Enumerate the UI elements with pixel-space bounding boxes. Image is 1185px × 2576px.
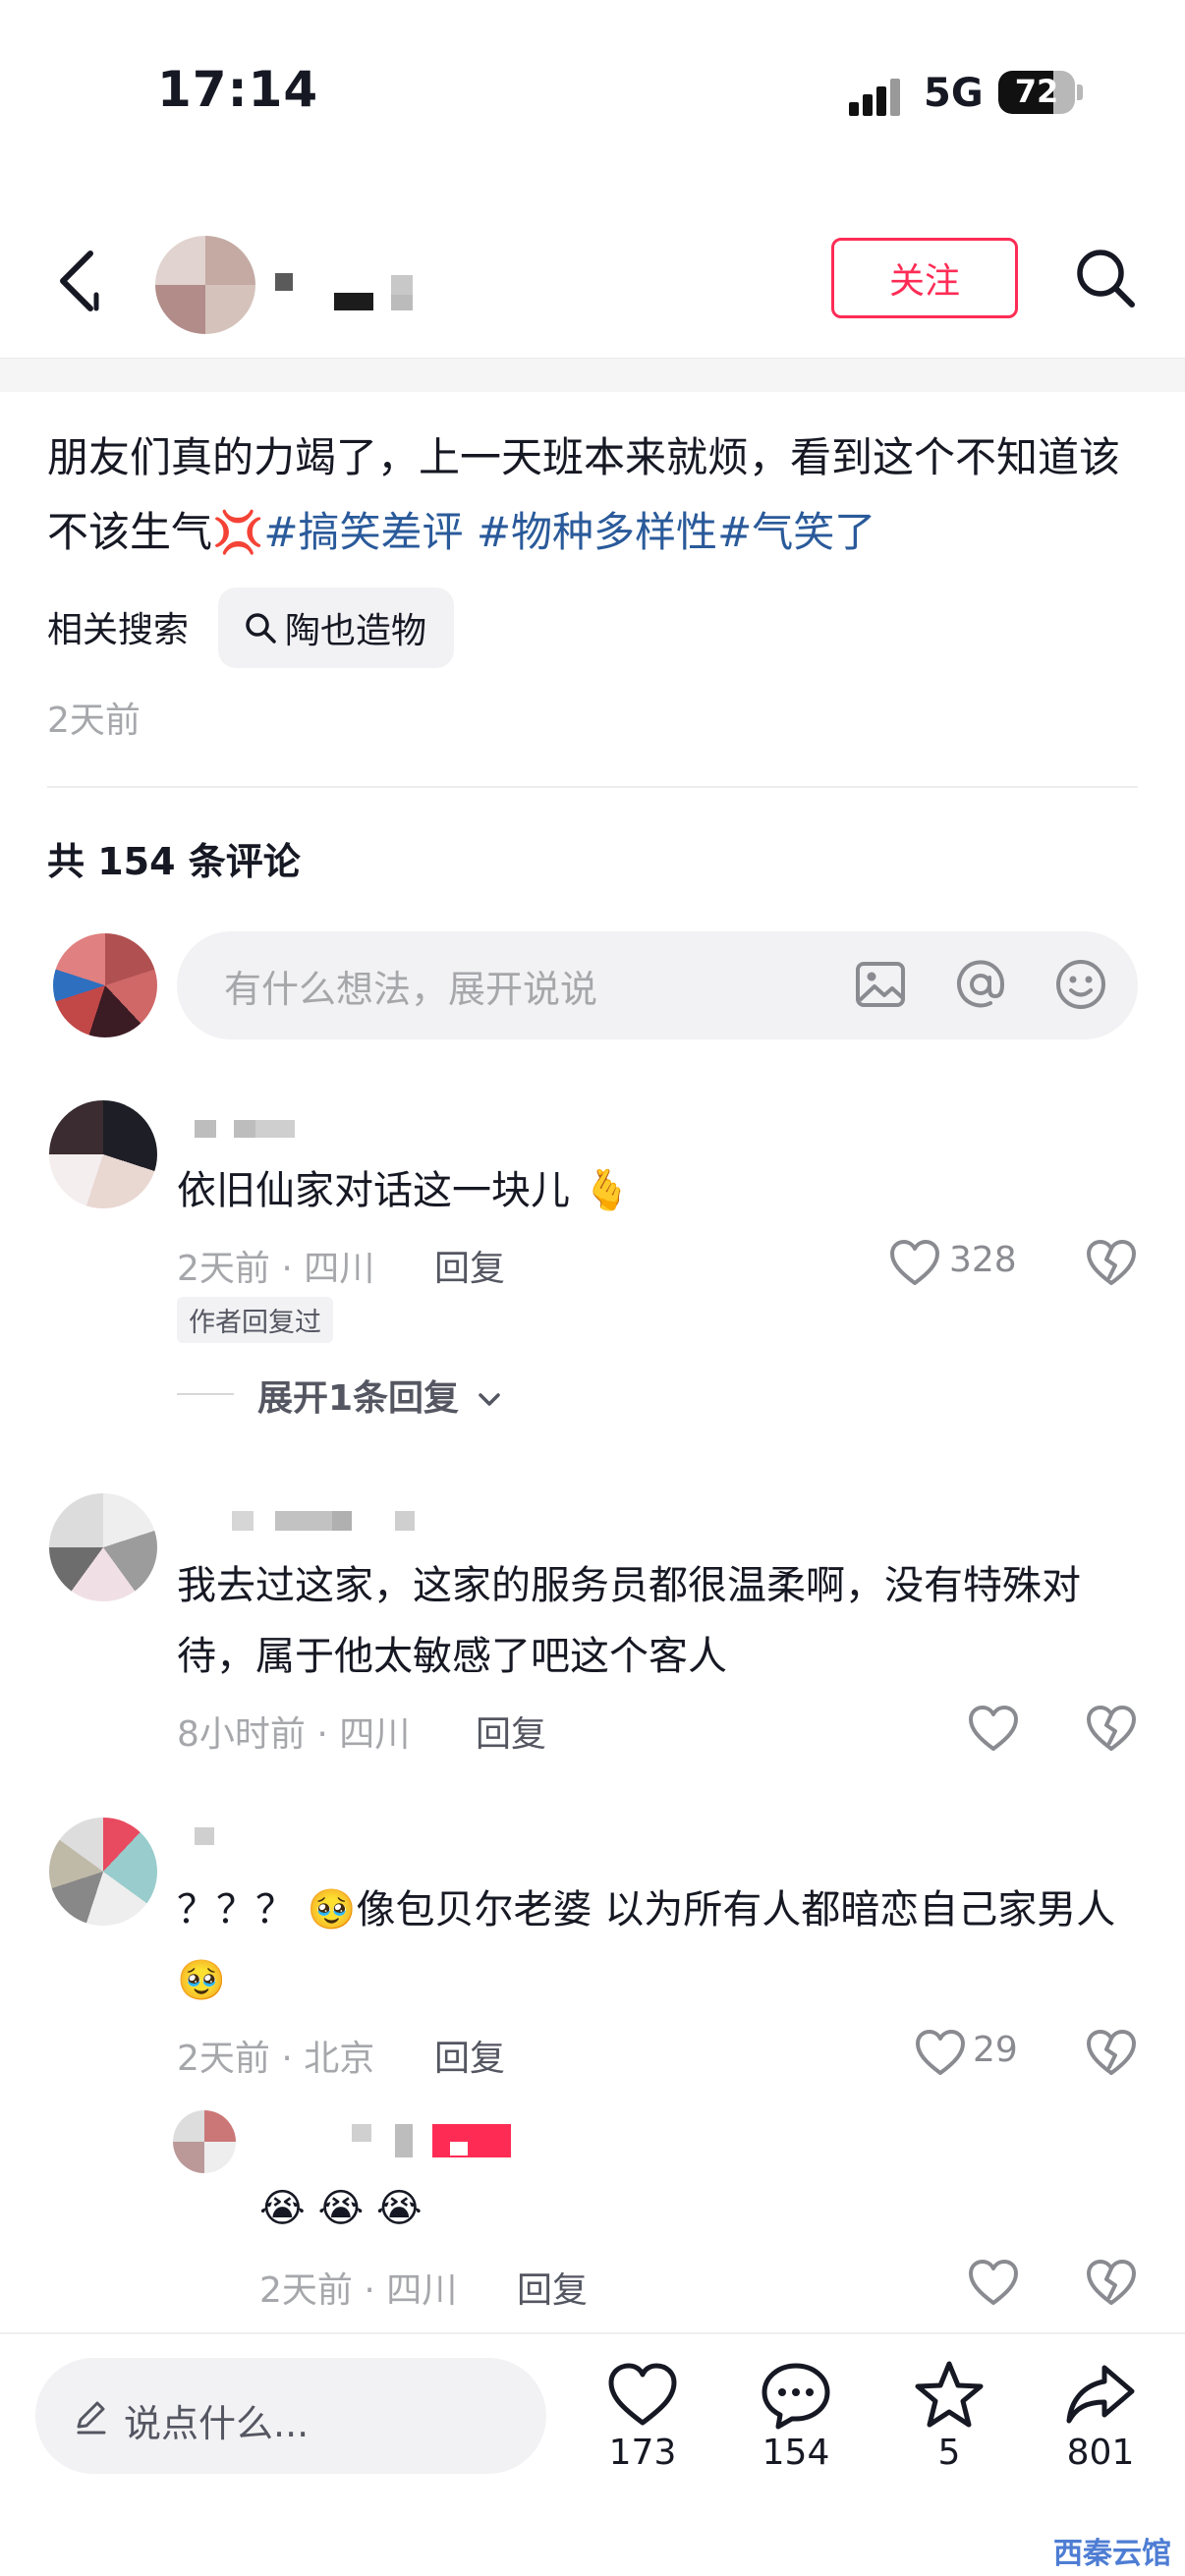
hashtag-1[interactable]: #搞笑差评 [263, 508, 463, 556]
post-caption: 朋友们真的力竭了，上一天班本来就烦，看到这个不知道该不该生气💢#搞笑差评 #物种… [47, 420, 1148, 570]
comment-icon[interactable] [759, 2358, 833, 2433]
share-icon[interactable] [1063, 2358, 1138, 2433]
reply-avatar[interactable] [173, 2110, 236, 2173]
reply-button[interactable]: 回复 [434, 2030, 505, 2081]
comment-count-total: 154 [762, 2433, 830, 2473]
comment-username-blurred[interactable] [232, 1511, 419, 1531]
heart-icon[interactable] [967, 1704, 1020, 1753]
pencil-icon [77, 2401, 106, 2435]
battery-cap [1077, 84, 1083, 100]
related-search-label: 相关搜索 [47, 610, 190, 650]
broken-heart-icon[interactable] [1085, 1236, 1138, 1289]
post-time: 2天前 [47, 700, 141, 741]
network-type: 5G [924, 71, 984, 116]
comment-avatar[interactable] [49, 1493, 157, 1601]
heart-icon[interactable] [967, 2258, 1020, 2307]
status-time: 17:14 [157, 61, 319, 118]
say-something-placeholder: 说点什么... [124, 2402, 310, 2445]
author-name-blurred[interactable] [275, 271, 432, 314]
star-count-total: 5 [937, 2433, 961, 2473]
comment-input-placeholder: 有什么想法，展开说说 [224, 968, 598, 1011]
follow-button[interactable]: 关注 [831, 238, 1018, 318]
broken-heart-icon[interactable] [1085, 1702, 1138, 1755]
expand-line [177, 1393, 234, 1395]
heart-icon[interactable] [914, 2028, 967, 2077]
hashtag-3[interactable]: #气笑了 [717, 508, 875, 556]
reply-meta: 2天前 · 四川 [259, 2270, 458, 2311]
anger-emoji: 💢 [212, 508, 264, 556]
author-avatar[interactable] [155, 236, 255, 334]
reply-button[interactable]: 回复 [517, 2262, 588, 2313]
heart-icon[interactable] [888, 1238, 941, 1287]
share-count-total: 801 [1066, 2433, 1135, 2473]
comment-meta: 2天前 · 北京 [177, 2039, 375, 2079]
broken-heart-icon[interactable] [1085, 2026, 1138, 2079]
reply-text: 😭 😭 😭 [259, 2186, 423, 2231]
back-icon[interactable] [51, 246, 110, 316]
like-heart-icon[interactable] [605, 2358, 680, 2433]
expand-replies-label: 展开1条回复 [257, 1378, 460, 1419]
related-search-chip[interactable]: 陶也造物 [218, 588, 455, 668]
magnify-icon [246, 613, 276, 644]
comments-count-heading: 共 154 条评论 [47, 840, 301, 883]
battery-level: 72 [1014, 73, 1059, 110]
comment-meta: 8小时前 · 四川 [177, 1714, 411, 1755]
like-count: 29 [973, 2030, 1018, 2070]
author-replied-badge: 作者回复过 [177, 1297, 333, 1343]
expand-replies-button[interactable]: 展开1条回复 [257, 1370, 503, 1421]
comment-avatar[interactable] [49, 1100, 157, 1208]
reply-username-blurred[interactable] [352, 2124, 513, 2157]
like-count: 328 [949, 1240, 1017, 1280]
star-icon[interactable] [912, 2358, 987, 2433]
caption-divider [47, 786, 1138, 788]
reply-button[interactable]: 回复 [434, 1240, 505, 1291]
like-count-total: 173 [608, 2433, 677, 2473]
battery-icon: 72 [998, 71, 1075, 114]
watermark: 西秦云馆 [1053, 2537, 1171, 2571]
bottom-divider [0, 2332, 1185, 2334]
emoji-icon[interactable] [1051, 955, 1110, 1014]
image-icon[interactable] [851, 955, 910, 1014]
comment-username-blurred[interactable] [195, 1120, 297, 1140]
chevron-down-icon [478, 1393, 500, 1406]
broken-heart-icon[interactable] [1085, 2256, 1138, 2309]
comment-text: ？？？ 🥹像包贝尔老婆 以为所有人都暗恋自己家男人🥹 [177, 1887, 1116, 2003]
related-search-query: 陶也造物 [285, 611, 427, 651]
comment-meta: 2天前 · 四川 [177, 1249, 375, 1289]
comment-text: 我去过这家，这家的服务员都很温柔啊，没有特殊对待，属于他太敏感了吧这个客人 [177, 1563, 1081, 1679]
cellular-signal-icon [849, 77, 908, 116]
my-avatar [53, 933, 157, 1037]
comment-username-blurred[interactable] [195, 1827, 218, 1847]
comment-text: 依旧仙家对话这一块儿 🫰 [177, 1168, 632, 1213]
search-icon[interactable] [1073, 246, 1138, 310]
reply-button[interactable]: 回复 [476, 1706, 546, 1757]
hashtag-2[interactable]: #物种多样性 [464, 508, 717, 556]
at-icon[interactable] [951, 955, 1010, 1014]
comment-avatar[interactable] [49, 1818, 157, 1926]
header-divider [0, 358, 1185, 392]
